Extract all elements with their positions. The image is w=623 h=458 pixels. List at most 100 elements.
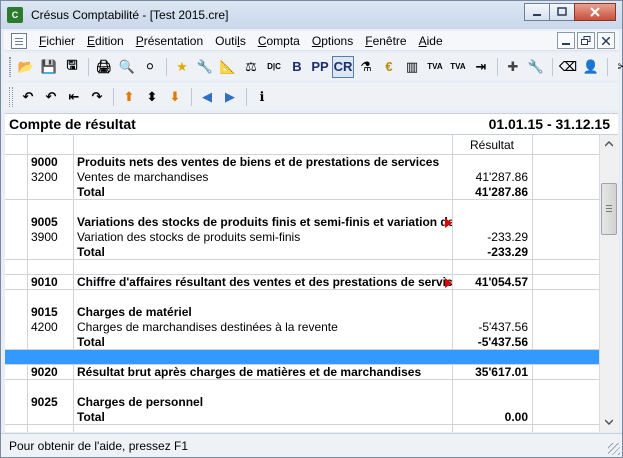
scissors-icon[interactable]: ✂ [612,56,623,78]
back-icon[interactable]: ◀ [196,86,218,108]
b-button[interactable]: B [286,56,308,78]
restore-icon [581,35,591,45]
vertical-scrollbar[interactable] [599,135,618,432]
doc-minimize-button[interactable] [557,32,575,49]
accounts-icon[interactable]: 🔧 [194,56,216,78]
star-icon[interactable]: ★ [171,56,193,78]
minimize-icon [533,14,541,16]
table-row[interactable]: 3900 Variation des stocks de produits sem… [5,230,599,245]
menu-item-compta[interactable]: Compta [252,31,306,51]
table-row[interactable] [5,260,599,275]
close-icon [602,36,610,45]
globe-icon[interactable]: ⚪ [139,56,161,78]
user-icon[interactable]: 👤 [580,56,602,78]
title-bar[interactable]: C Crésus Comptabilité - [Test 2015.cre] [1,1,622,29]
maximize-button[interactable] [549,3,575,21]
report-grid[interactable]: Résultat 9000 Produits nets des ventes de… [5,135,599,432]
tva-icon[interactable]: TVA [424,56,446,78]
chevron-down-icon [605,419,613,425]
wrench-icon[interactable]: 🔧 [525,56,547,78]
scroll-up-button[interactable] [601,136,617,152]
toolbar-grip[interactable] [9,56,11,77]
table-row[interactable] [5,290,599,305]
account-number: 3900 [31,230,58,244]
doc-close-button[interactable] [597,32,615,49]
move-down-icon[interactable]: ⬇ [164,86,186,108]
toolbar-separator [552,57,553,76]
table-row[interactable]: Total -5'437.56 [5,335,599,350]
save-as-icon[interactable]: 🖫 [61,56,83,78]
app-icon: C [7,7,23,23]
currency-icon[interactable]: € [378,56,400,78]
account-label: Ventes de marchandises [77,170,209,184]
table-row[interactable]: Total 0.00 [5,410,599,425]
cr-button[interactable]: CR [332,55,354,78]
chart-icon[interactable]: ▥ [401,56,423,78]
account-label [73,290,452,305]
table-row[interactable]: 9015 Charges de matériel [5,305,599,320]
table-row[interactable]: 9010 Chiffre d'affaires résultant des ven… [5,275,599,290]
print-icon[interactable]: 🖨 [93,56,115,78]
table-row[interactable]: 9005 Variations des stocks de produits fi… [5,215,599,230]
menu-item-fichier[interactable]: Fichier [33,31,81,51]
result-value: 41'287.86 [475,185,528,199]
toolbar-separator [191,87,192,106]
save-icon[interactable]: 💾 [38,56,60,78]
result-value [452,290,532,305]
menu-item-aide[interactable]: Aide [413,31,449,51]
account-label [73,350,452,365]
columns-icon[interactable]: ⇥ [470,56,492,78]
report-period: 01.01.15 - 31.12.15 [488,116,610,132]
budget-icon[interactable]: ⚗ [355,56,377,78]
menu-item-outils[interactable]: Outils [209,31,252,51]
print-preview-icon[interactable]: 🔍 [116,56,138,78]
pp-button[interactable]: PP [309,56,331,78]
table-row[interactable]: 9020 Résultat brut après charges de matiè… [5,365,599,380]
doc-restore-button[interactable] [577,32,595,49]
table-row[interactable]: 3200 Ventes de marchandises 41'287.86 [5,170,599,185]
menu-item-options[interactable]: Options [306,31,359,51]
redo-list-icon[interactable]: ↷ [86,86,108,108]
account-number [27,335,73,350]
move-up-icon[interactable]: ⬆ [118,86,140,108]
close-button[interactable] [574,3,616,21]
window-controls [524,3,616,21]
plus-icon[interactable]: ✚ [502,56,524,78]
document-icon[interactable] [11,32,27,49]
toolbar-grip[interactable] [9,86,13,107]
table-row-selected[interactable] [5,350,599,365]
scrollbar-thumb[interactable] [601,183,617,235]
dc-icon[interactable]: D|C [263,56,285,78]
ruler-icon[interactable]: 📐 [217,56,239,78]
column-header-result[interactable]: Résultat [452,135,532,155]
indent-icon[interactable]: ⇤ [63,86,85,108]
scroll-down-button[interactable] [601,414,617,430]
table-row[interactable]: Total 41'287.86 [5,185,599,200]
app-window: C Crésus Comptabilité - [Test 2015.cre] … [0,0,623,458]
open-folder-icon[interactable]: 📂 [15,56,37,78]
balance-icon[interactable]: ⚖ [240,56,262,78]
forward-icon[interactable]: ▶ [219,86,241,108]
info-icon[interactable]: ℹ [251,86,273,108]
menu-item-pr-sentation[interactable]: Présentation [130,31,209,51]
undo-list-icon[interactable]: ↶ [40,86,62,108]
resize-grip-icon[interactable] [608,443,620,455]
grid-row-line [5,424,599,425]
menu-item-edition[interactable]: Edition [81,31,130,51]
account-label: Total [77,410,105,424]
table-row[interactable]: 4200 Charges de marchandises destinées à … [5,320,599,335]
eraser-icon[interactable]: ⌫ [557,56,579,78]
account-label [73,260,452,275]
undo-icon[interactable]: ↶ [17,86,39,108]
account-number [27,380,73,395]
table-row[interactable] [5,380,599,395]
table-row[interactable]: Total -233.29 [5,245,599,260]
menu-item-fen-tre[interactable]: Fenêtre [359,31,412,51]
table-row[interactable]: 9025 Charges de personnel [5,395,599,410]
toolbar-separator [497,57,498,76]
tva-report-icon[interactable]: TVA [447,56,469,78]
move-middle-icon[interactable]: ⬍ [141,86,163,108]
table-row[interactable] [5,200,599,215]
table-row[interactable]: 9000 Produits nets des ventes de biens et… [5,155,599,170]
minimize-button[interactable] [524,3,550,21]
